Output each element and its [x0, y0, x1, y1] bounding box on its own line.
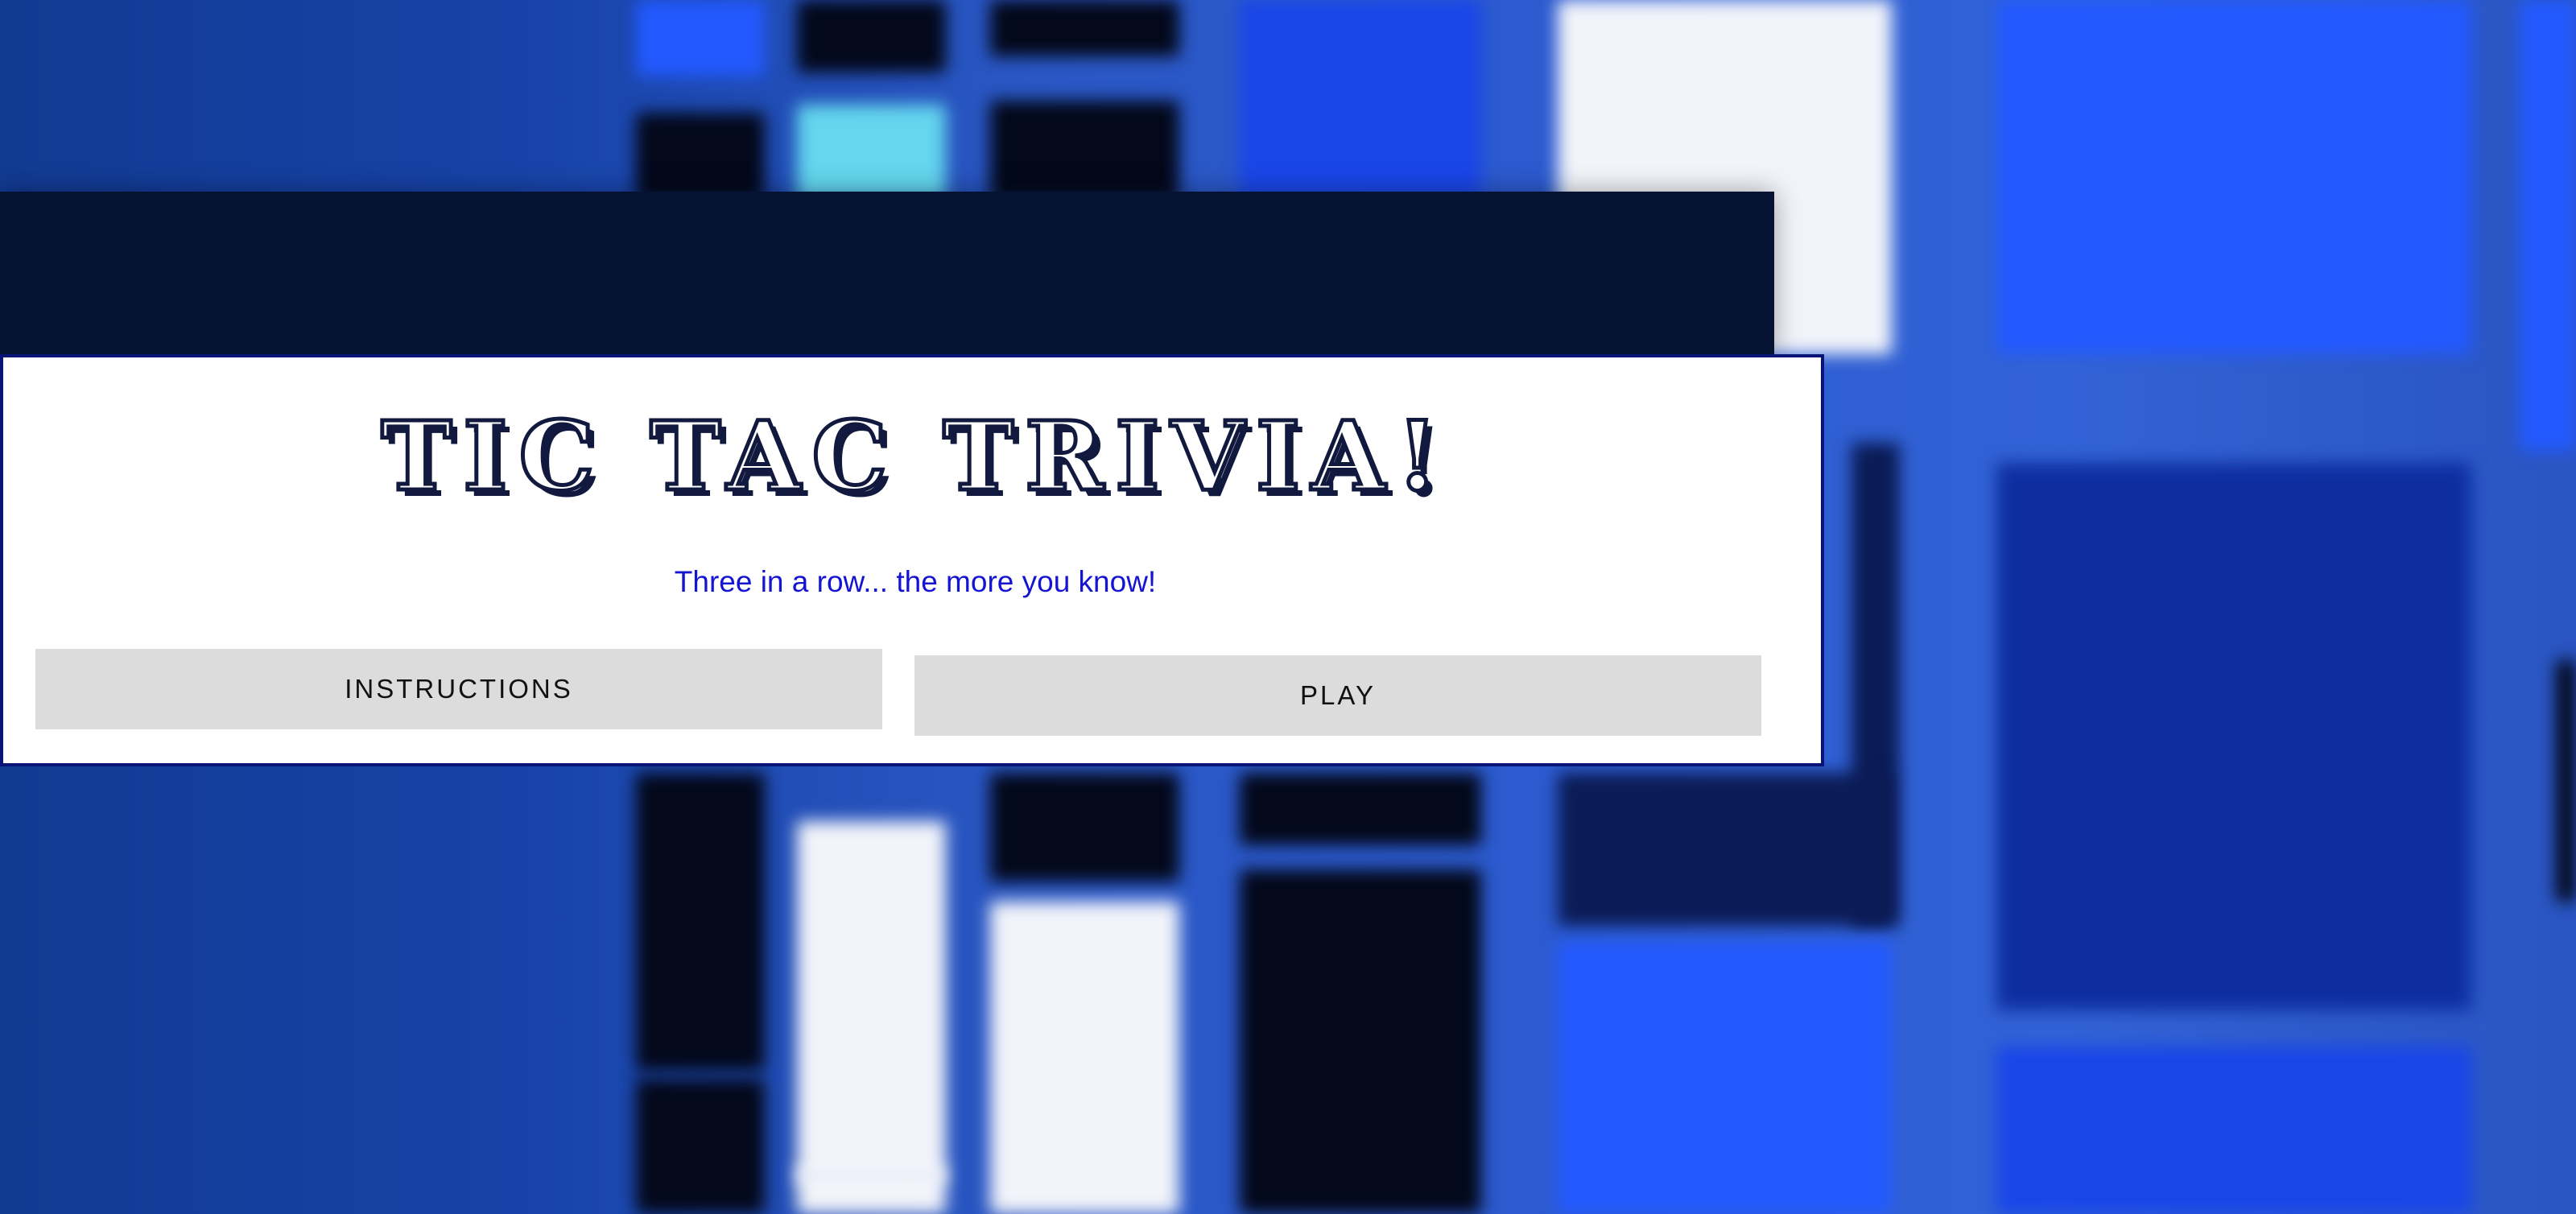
start-menu-panel: TIC TAC TRIVIA! Three in a row... the mo… — [0, 354, 1824, 766]
background-tile — [1996, 463, 2471, 1010]
background-tile — [1240, 869, 1481, 1214]
background-tile — [1240, 0, 1481, 201]
instructions-button[interactable]: INSTRUCTIONS — [35, 649, 882, 729]
background-tile — [990, 902, 1179, 1214]
background-tile — [990, 0, 1179, 56]
background-tile — [636, 773, 765, 1071]
background-tile — [797, 1167, 946, 1214]
background-tile — [797, 0, 946, 72]
background-tile — [636, 0, 765, 76]
background-tile — [990, 101, 1179, 201]
background-tile — [1558, 773, 1892, 926]
background-tile — [2556, 660, 2576, 902]
play-button[interactable]: PLAY — [914, 655, 1761, 736]
background-tile — [797, 105, 946, 201]
game-tagline: Three in a row... the more you know! — [674, 565, 1157, 598]
background-tile — [1996, 0, 2471, 354]
play-button-label: PLAY — [1300, 680, 1376, 710]
background-tile — [797, 821, 946, 1183]
game-screen: TIC TAC TRIVIA! Three in a row... the mo… — [0, 0, 2576, 1214]
instructions-button-label: INSTRUCTIONS — [345, 674, 573, 704]
background-tile — [636, 1079, 765, 1214]
background-tile — [1996, 1047, 2471, 1214]
background-tile — [2520, 0, 2576, 451]
background-tile — [636, 113, 765, 201]
background-tile — [1558, 942, 1892, 1214]
game-title: TIC TAC TRIVIA! — [379, 398, 1450, 514]
background-tile — [990, 773, 1179, 882]
header-strip — [0, 192, 1774, 357]
background-tile — [1240, 773, 1481, 845]
